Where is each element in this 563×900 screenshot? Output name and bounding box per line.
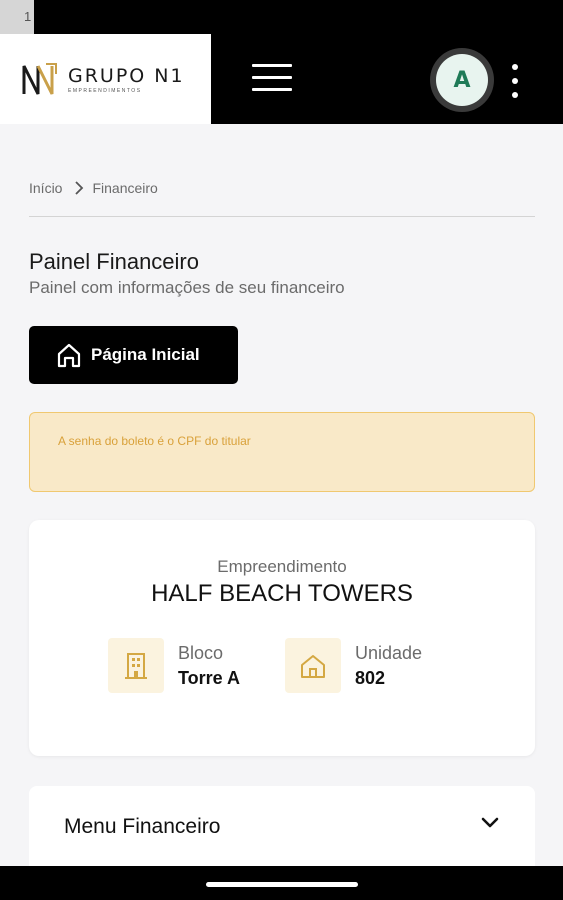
breadcrumb-home[interactable]: Início [29, 180, 62, 196]
system-nav-bar [0, 866, 563, 900]
kebab-icon[interactable] [506, 64, 524, 98]
status-marker: 1 [0, 0, 34, 34]
financial-menu-title: Menu Financeiro [64, 815, 221, 838]
status-bar: 1 [0, 0, 563, 34]
chevron-right-icon [75, 181, 84, 195]
breadcrumb: Início Financeiro [29, 180, 158, 196]
block-value: Torre A [178, 667, 241, 688]
home-page-button[interactable]: Página Inicial [29, 326, 238, 384]
chevron-down-icon [481, 817, 499, 828]
user-avatar[interactable]: A [430, 48, 494, 112]
divider [29, 216, 535, 217]
property-card: Empreendimento HALF BEACH TOWERS Bloco T… [29, 520, 535, 756]
property-name: HALF BEACH TOWERS [151, 580, 413, 607]
block-info: Bloco Torre A [108, 638, 240, 693]
alert-text: A senha do boleto é o CPF do titular [58, 434, 251, 448]
unit-text: Unidade 802 [355, 643, 422, 689]
hamburger-icon[interactable] [252, 64, 292, 96]
avatar-circle: A [436, 54, 488, 106]
page-title: Painel Financeiro [29, 249, 199, 274]
avatar-letter: A [453, 67, 471, 93]
unit-label: Unidade [355, 642, 423, 663]
logo-text: GRUPO N1 EMPREENDIMENTOS [68, 65, 185, 94]
top-app-bar: GRUPO N1 EMPREENDIMENTOS A [0, 34, 563, 124]
building-icon [108, 638, 164, 693]
home-page-button-label: Página Inicial [91, 345, 200, 364]
logo-mark-icon [22, 63, 57, 95]
logo-tagline: EMPREENDIMENTOS [68, 87, 142, 94]
breadcrumb-current: Financeiro [92, 180, 158, 196]
property-label: Empreendimento [217, 557, 347, 576]
logo-name: GRUPO N1 [68, 64, 185, 87]
unit-info: Unidade 802 [285, 638, 422, 693]
page-subtitle: Painel com informações de seu financeiro [29, 278, 345, 297]
logo[interactable]: GRUPO N1 EMPREENDIMENTOS [0, 34, 211, 124]
home-icon [57, 343, 81, 368]
block-text: Bloco Torre A [178, 643, 240, 689]
unit-value: 802 [355, 667, 386, 688]
block-label: Bloco [178, 642, 224, 663]
financial-menu-toggle[interactable]: Menu Financeiro [29, 786, 535, 868]
boleto-alert: A senha do boleto é o CPF do titular [29, 412, 535, 492]
home-indicator[interactable] [206, 882, 358, 887]
house-icon [285, 638, 341, 693]
